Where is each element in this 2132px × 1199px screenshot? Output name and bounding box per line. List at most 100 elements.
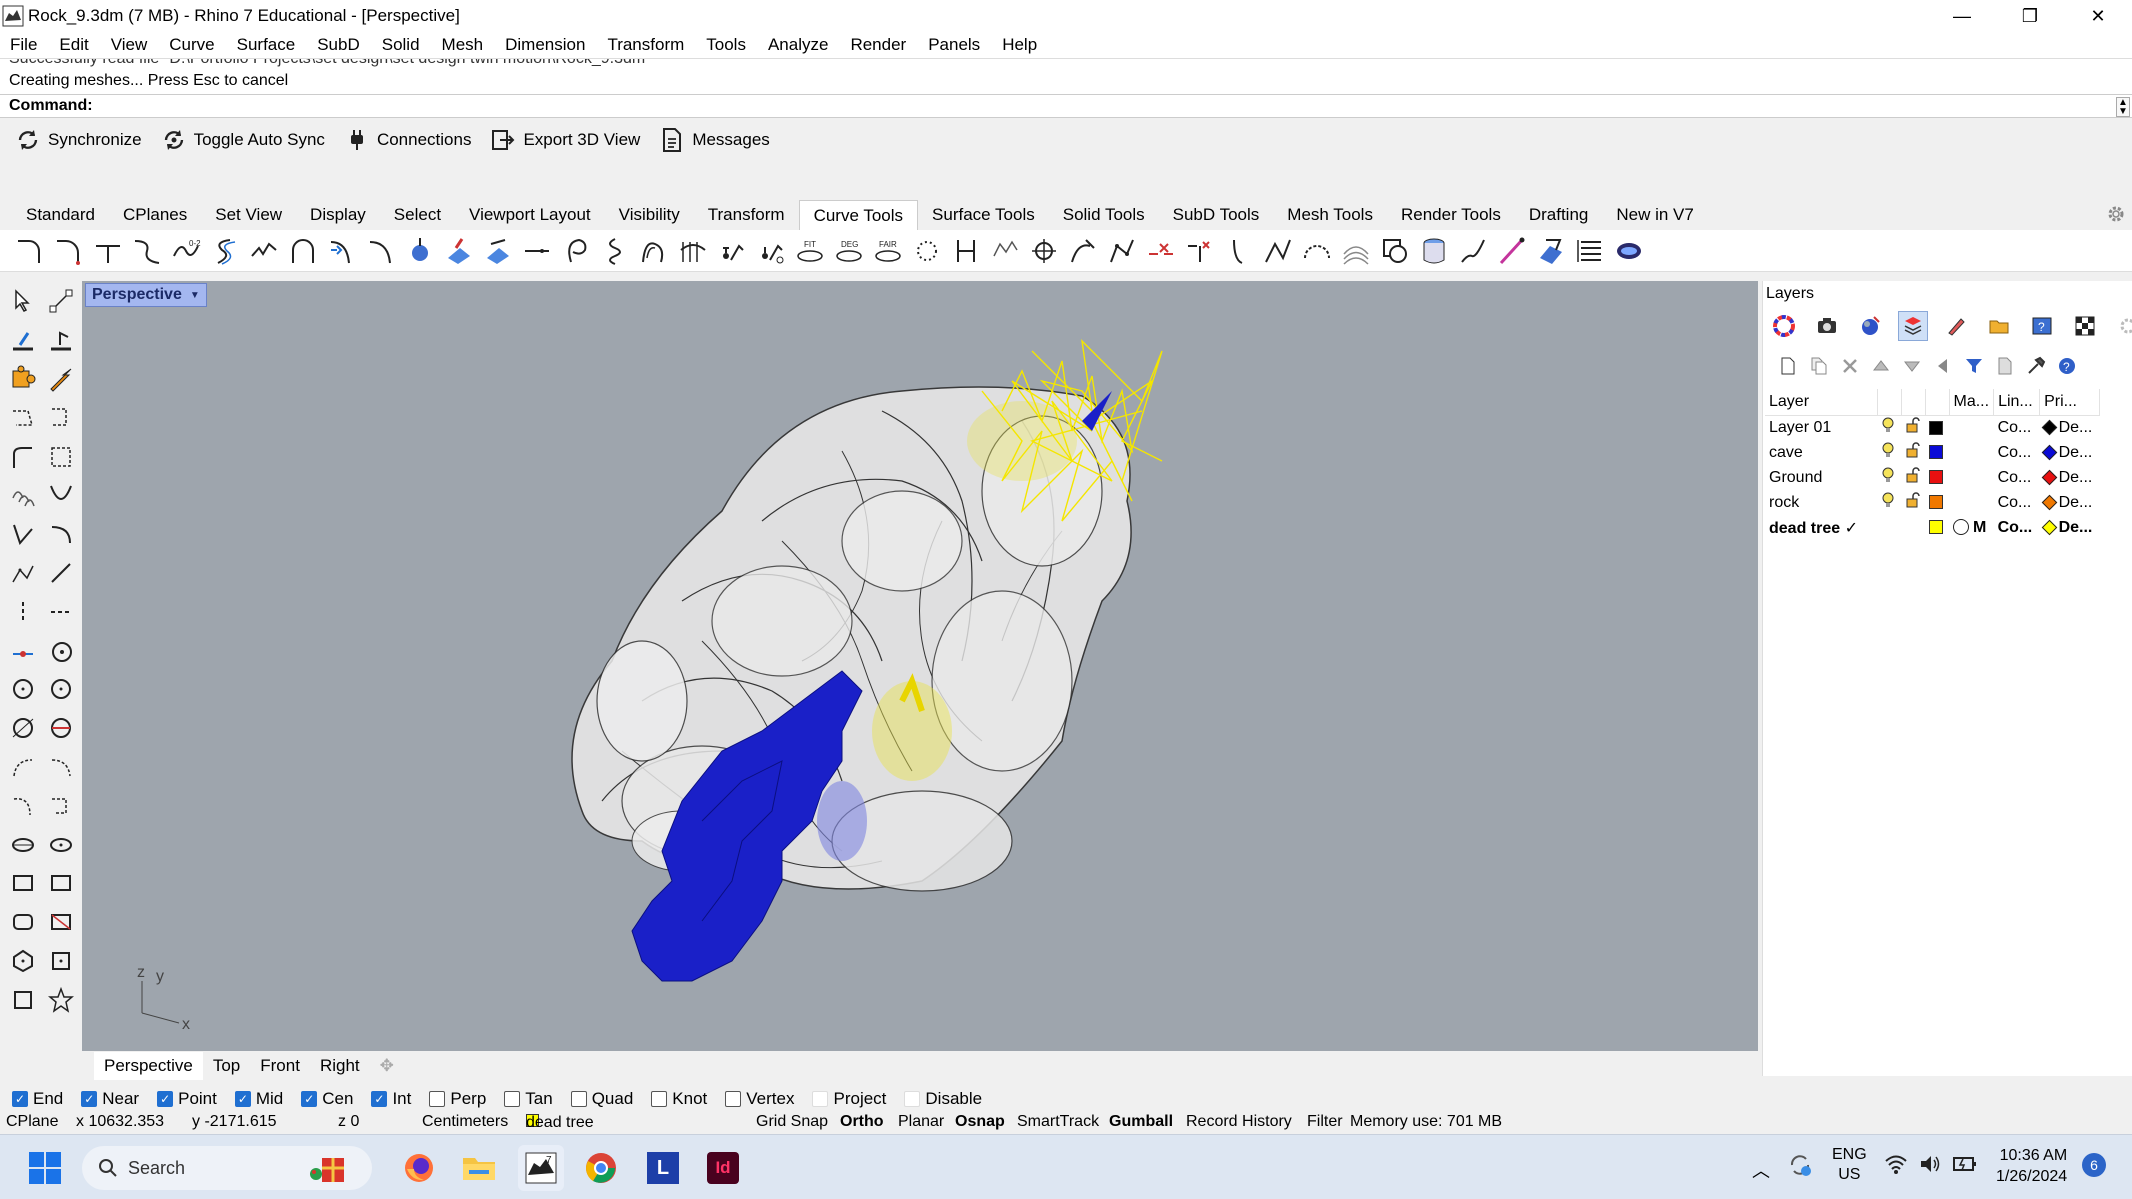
crv-seam-icon[interactable] [1026, 233, 1062, 269]
color-wheel-icon[interactable] [1769, 311, 1799, 341]
osnap-project[interactable]: Project [812, 1089, 886, 1109]
properties-brush-icon[interactable] [1941, 311, 1971, 341]
simplify-icon[interactable] [987, 233, 1023, 269]
circle-tangent-icon[interactable] [4, 709, 42, 748]
menu-solid[interactable]: Solid [382, 35, 420, 55]
rebuild-nonuniform-icon[interactable] [675, 233, 711, 269]
match-curve-icon[interactable] [246, 233, 282, 269]
circle-icon[interactable] [4, 670, 42, 709]
osnap-mid[interactable]: ✓ Mid [234, 1089, 283, 1109]
layer-name[interactable]: rock [1765, 490, 1877, 515]
lock-open-icon[interactable] [1901, 490, 1925, 515]
tab-render-tools[interactable]: Render Tools [1387, 200, 1515, 230]
remove-kink-icon[interactable] [1143, 233, 1179, 269]
layer-color-swatch[interactable] [1925, 415, 1949, 440]
osnap-quad[interactable]: Quad [570, 1089, 633, 1109]
clock[interactable]: 10:36 AM 1/26/2024 [1996, 1145, 2067, 1187]
point-on-curve-icon[interactable] [402, 233, 438, 269]
osnap-checkbox[interactable] [725, 1091, 742, 1107]
column-linetype[interactable]: Lin... [1993, 389, 2041, 416]
polygon-tool-icon[interactable] [4, 942, 42, 981]
taskbar-search[interactable]: Search [82, 1146, 372, 1190]
gear-icon[interactable] [2106, 204, 2126, 224]
eye-disc-icon[interactable] [1611, 233, 1647, 269]
lock-open-icon[interactable] [1901, 440, 1925, 465]
rhino-taskbar-icon[interactable]: 7 [518, 1145, 564, 1191]
osnap-checkbox[interactable]: ✓ [234, 1091, 251, 1107]
curve-control-icon[interactable] [4, 437, 42, 476]
tab-transform[interactable]: Transform [694, 200, 799, 230]
layer-row-dead-tree[interactable]: dead tree ✓ M Co... De... [1765, 515, 2100, 540]
tab-drafting[interactable]: Drafting [1515, 200, 1603, 230]
dash-line-icon[interactable] [519, 233, 555, 269]
move-up-icon[interactable] [1868, 353, 1894, 379]
menu-tools[interactable]: Tools [706, 35, 746, 55]
control-points-icon[interactable] [909, 233, 945, 269]
extend-arc-icon[interactable] [363, 233, 399, 269]
visibility-cell[interactable] [1877, 515, 1901, 540]
chrome-icon[interactable] [578, 1145, 624, 1191]
menu-file[interactable]: File [10, 35, 37, 55]
curve-from-object-icon[interactable] [558, 233, 594, 269]
osnap-checkbox[interactable]: ✓ [301, 1091, 318, 1107]
move-down-icon[interactable] [1899, 353, 1925, 379]
menu-render[interactable]: Render [850, 35, 906, 55]
blend-curves-icon[interactable] [90, 233, 126, 269]
arc-curve-icon[interactable] [42, 515, 80, 554]
tab-new-in-v7[interactable]: New in V7 [1602, 200, 1707, 230]
layer-color-swatch[interactable] [1925, 440, 1949, 465]
wifi-icon[interactable] [1884, 1153, 1908, 1180]
connections-button[interactable]: Connections [343, 126, 471, 154]
layer-linetype[interactable]: Co... [1994, 515, 2040, 540]
osnap-checkbox[interactable] [429, 1091, 446, 1107]
filter-toggle[interactable]: Filter [1307, 1113, 1343, 1131]
cplane-label[interactable]: CPlane [6, 1113, 58, 1131]
arc-blend-icon[interactable] [1299, 233, 1335, 269]
tab-subd-tools[interactable]: SubD Tools [1159, 200, 1274, 230]
tab-select[interactable]: Select [380, 200, 455, 230]
viewport-label-perspective[interactable]: Perspective ▼ [85, 283, 207, 307]
new-sublayer-icon[interactable] [1806, 353, 1832, 379]
rectangle-icon[interactable] [4, 864, 42, 903]
extend-curve-icon[interactable] [324, 233, 360, 269]
close-crv-icon[interactable] [1104, 233, 1140, 269]
osnap-checkbox[interactable]: ✓ [157, 1091, 174, 1107]
synchronize-button[interactable]: Synchronize [14, 126, 142, 154]
app-l-icon[interactable]: L [640, 1145, 686, 1191]
help-panel-icon[interactable]: ? [2027, 311, 2057, 341]
layer-print[interactable]: De... [2040, 415, 2100, 440]
tray-chevron-icon[interactable]: ︿ [1752, 1157, 1770, 1183]
close-button[interactable]: ✕ [2064, 0, 2132, 32]
lightbulb-icon[interactable] [1877, 415, 1901, 440]
layer-print[interactable]: De... [2040, 465, 2100, 490]
seam-icon[interactable] [948, 233, 984, 269]
line-icon[interactable] [4, 515, 42, 554]
cplane-origin-icon[interactable] [42, 321, 80, 360]
osnap-tan[interactable]: Tan [504, 1089, 553, 1109]
tools-icon[interactable] [2023, 353, 2049, 379]
render-sphere-icon[interactable] [1855, 311, 1885, 341]
tab-standard[interactable]: Standard [12, 200, 109, 230]
column-material[interactable]: Ma... [1949, 389, 1995, 416]
arc-icon[interactable] [285, 233, 321, 269]
menu-subd[interactable]: SubD [317, 35, 360, 55]
lightbulb-icon[interactable] [1877, 490, 1901, 515]
rounded-rect-icon[interactable] [4, 903, 42, 942]
layer-row-cave[interactable]: cave Co... De... [1765, 440, 2100, 465]
filter-icon[interactable] [1961, 353, 1987, 379]
circle-center-icon[interactable] [42, 631, 80, 670]
tab-curve-tools[interactable]: Curve Tools [798, 199, 919, 231]
osnap-checkbox[interactable] [504, 1091, 521, 1107]
command-line[interactable]: Command: ▲ ▼ [0, 94, 2132, 118]
lock-open-icon[interactable] [1901, 415, 1925, 440]
camera-icon[interactable] [1812, 311, 1842, 341]
menu-analyze[interactable]: Analyze [768, 35, 828, 55]
planar-toggle[interactable]: Planar [898, 1113, 944, 1131]
tab-viewport-layout[interactable]: Viewport Layout [455, 200, 605, 230]
command-scroll-arrows[interactable]: ▲ ▼ [2116, 97, 2130, 117]
tab-solid-tools[interactable]: Solid Tools [1049, 200, 1159, 230]
lock-cell[interactable] [1901, 515, 1925, 540]
column-layer[interactable]: Layer [1765, 389, 1878, 416]
osnap-point[interactable]: ✓ Point [157, 1089, 217, 1109]
star-icon[interactable] [42, 980, 80, 1019]
